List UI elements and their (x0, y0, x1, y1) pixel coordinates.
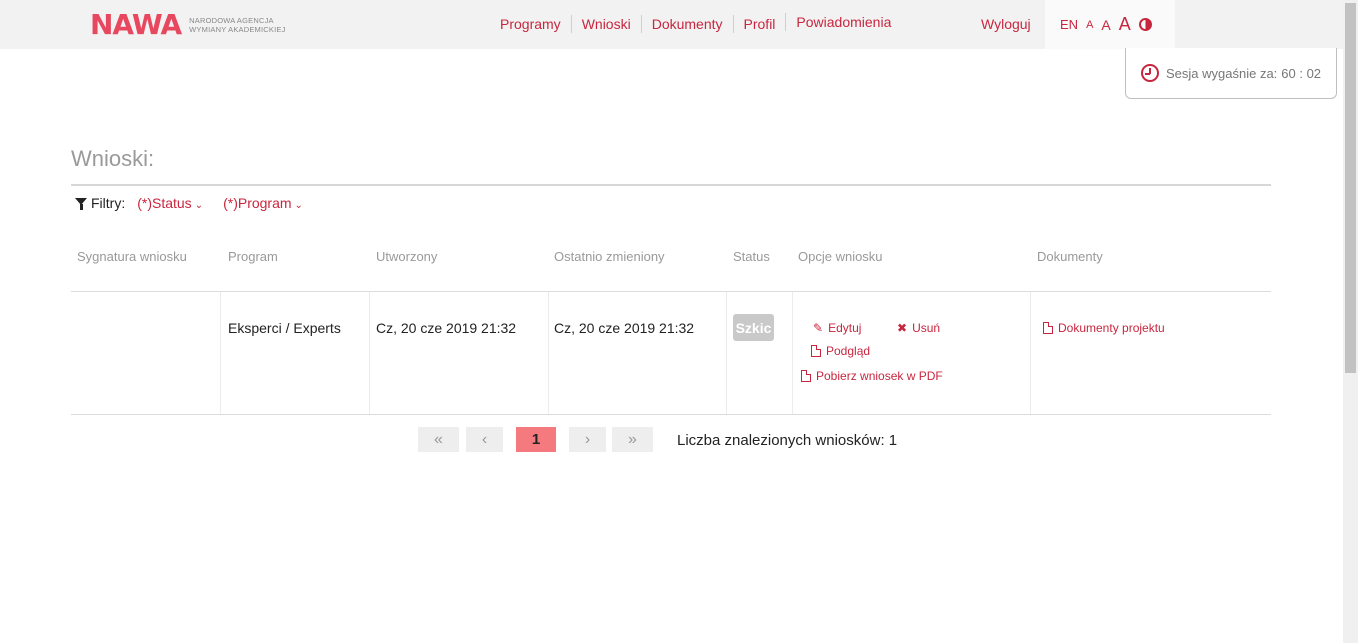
nav-programy[interactable]: Programy (490, 15, 571, 33)
status-filter-dropdown[interactable]: (*)Status ⌄ (137, 195, 203, 211)
logout-link[interactable]: Wyloguj (981, 16, 1031, 32)
prev-page-button[interactable]: ‹ (466, 427, 503, 452)
delete-link[interactable]: ✖ Usuń (897, 321, 940, 335)
pdf-file-icon (801, 370, 811, 382)
contrast-icon[interactable] (1138, 18, 1152, 31)
last-page-button[interactable]: » (612, 427, 653, 452)
column-separator (792, 292, 793, 414)
logo-mark: NAWA (90, 8, 182, 41)
chevron-down-icon: ⌄ (294, 200, 303, 211)
pencil-icon: ✎ (813, 321, 824, 335)
session-time: 60 : 02 (1281, 65, 1322, 81)
table-row-bottom-border (71, 414, 1271, 415)
col-header-signature: Sygnatura wniosku (77, 249, 187, 264)
column-separator (369, 292, 370, 414)
results-count: Liczba znalezionych wniosków: 1 (677, 432, 898, 449)
col-header-documents: Dokumenty (1037, 249, 1103, 264)
scrollbar-thumb[interactable] (1345, 3, 1356, 373)
vertical-scrollbar[interactable] (1343, 0, 1358, 643)
close-icon: ✖ (897, 321, 908, 335)
logo-subtitle: Narodowa Agencja Wymiany Akademickiej (189, 16, 286, 34)
filter-icon (75, 197, 87, 210)
font-size-large[interactable]: A (1119, 14, 1131, 35)
cell-created: Cz, 20 cze 2019 21:32 (376, 320, 517, 336)
document-icon (1043, 322, 1053, 334)
font-size-medium[interactable]: A (1101, 17, 1110, 33)
language-switch[interactable]: EN (1060, 17, 1078, 32)
nav-dokumenty[interactable]: Dokumenty (640, 15, 733, 33)
project-documents-link[interactable]: Dokumenty projektu (1043, 321, 1165, 335)
column-separator (548, 292, 549, 414)
chevron-down-icon: ⌄ (194, 200, 204, 211)
nav-wnioski[interactable]: Wnioski (570, 15, 641, 33)
filters-label: Filtry: (91, 195, 126, 211)
clock-icon (1141, 64, 1159, 82)
col-header-created: Utworzony (376, 249, 438, 264)
status-badge: Szkic (733, 314, 774, 341)
nawa-logo[interactable]: NAWA Narodowa Agencja Wymiany Akademicki… (90, 11, 286, 39)
table-row-top-border (71, 291, 1271, 292)
cell-modified: Cz, 20 cze 2019 21:32 (554, 320, 695, 336)
column-separator (1030, 292, 1031, 414)
nav-powiadomienia[interactable]: Powiadomienia (785, 13, 901, 31)
document-icon (811, 345, 821, 357)
col-header-options: Opcje wniosku (798, 249, 883, 264)
next-page-button[interactable]: › (569, 427, 606, 452)
top-bar: NAWA Narodowa Agencja Wymiany Akademicki… (0, 0, 1343, 49)
title-divider (71, 184, 1271, 186)
session-label: Sesja wygaśnie za: (1166, 65, 1278, 81)
font-size-small[interactable]: A (1086, 19, 1093, 31)
main-nav: Programy Wnioski Dokumenty Profil Powiad… (490, 13, 901, 33)
accessibility-bar: EN A A A (1045, 0, 1175, 49)
col-header-program: Program (228, 249, 278, 264)
page-title: Wnioski: (71, 146, 155, 171)
column-separator (726, 292, 727, 414)
nav-profil[interactable]: Profil (732, 15, 786, 33)
preview-link[interactable]: Podgląd (811, 344, 870, 358)
col-header-status: Status (733, 249, 770, 264)
program-filter-dropdown[interactable]: (*)Program ⌄ (223, 195, 303, 211)
download-pdf-link[interactable]: Pobierz wniosek w PDF (801, 369, 943, 383)
cell-program: Eksperci / Experts (228, 320, 341, 336)
column-separator (220, 292, 221, 414)
col-header-modified: Ostatnio zmieniony (554, 249, 665, 264)
page-1-button[interactable]: 1 (516, 427, 556, 452)
first-page-button[interactable]: « (418, 427, 459, 452)
edit-link[interactable]: ✎ Edytuj (813, 321, 861, 335)
session-timer-box: Sesja wygaśnie za: 60 : 02 (1125, 48, 1337, 99)
filters-bar: Filtry: (*)Status ⌄ (*)Program ⌄ (75, 195, 323, 211)
